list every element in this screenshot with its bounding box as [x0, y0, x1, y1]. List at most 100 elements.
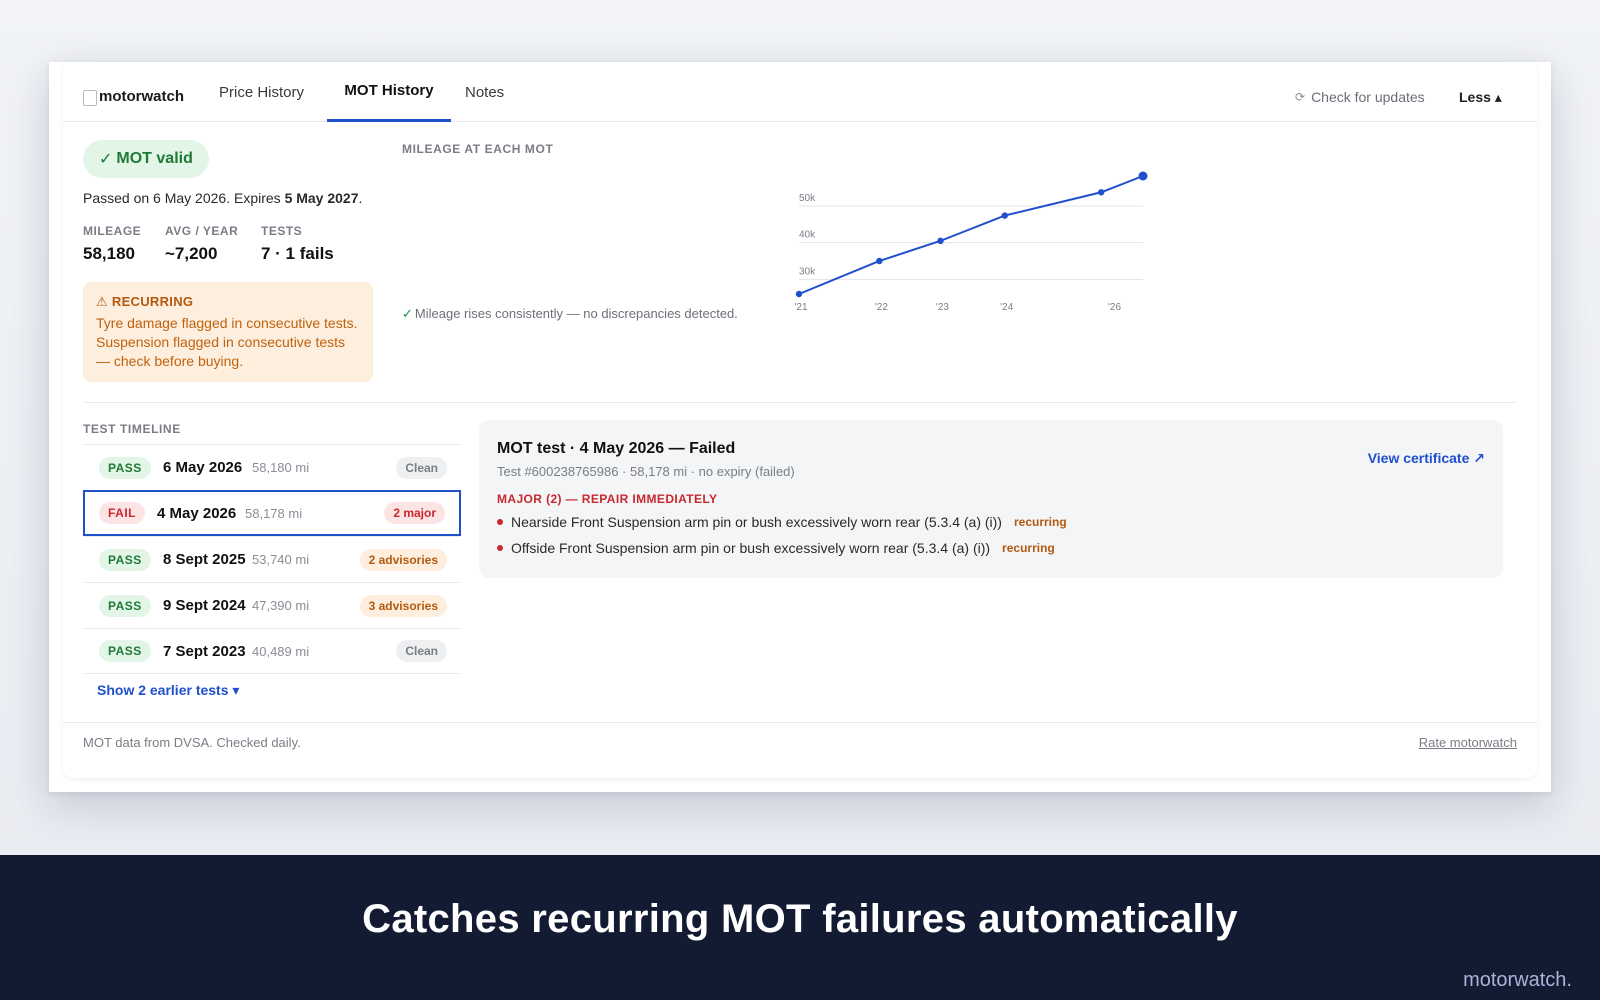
validity-line: Passed on 6 May 2026. Expires 5 May 2027… — [83, 190, 362, 206]
timeline-row[interactable]: PASS 8 Sept 2025 53,740 mi 2 advisories — [83, 536, 461, 582]
x-tick-label: '26 — [1108, 302, 1121, 312]
broken-image-icon — [83, 89, 97, 106]
test-tag: 3 advisories — [359, 594, 447, 617]
data-source-note: MOT data from DVSA. Checked daily. — [83, 735, 301, 750]
defect-item: Offside Front Suspension arm pin or bush… — [497, 540, 1055, 556]
test-tag: 2 advisories — [359, 548, 447, 571]
data-point — [1098, 189, 1105, 196]
section-divider — [83, 402, 1517, 403]
banner-brand: motorwatch. — [1463, 969, 1572, 991]
stat-value: ~7,200 — [165, 244, 218, 263]
recurring-title-text: RECURRING — [111, 294, 194, 309]
footer-divider — [63, 722, 1537, 723]
test-mileage: 58,180 mi — [252, 460, 310, 475]
y-tick-label: 40k — [799, 230, 816, 241]
result-badge: PASS — [99, 640, 151, 662]
stat-avg-year: AVG / YEAR ~7,200 — [165, 224, 238, 264]
mileage-line — [798, 175, 1144, 295]
test-mileage: 47,390 mi — [252, 598, 310, 613]
test-tag: Clean — [396, 640, 447, 662]
test-date: 4 May 2026 — [157, 504, 237, 522]
result-badge: PASS — [99, 548, 151, 571]
detail-title: MOT test · 4 May 2026 — Failed — [497, 440, 736, 457]
tab-notes[interactable]: Notes — [447, 62, 522, 122]
y-tick-label: 50k — [799, 193, 816, 204]
x-tick-label: '22 — [875, 302, 888, 312]
result-badge: PASS — [99, 456, 151, 479]
chart-note-text: Mileage rises consistently — no discrepa… — [414, 306, 738, 321]
tab-mot-history[interactable]: MOT History — [327, 62, 451, 122]
expiry-date: 5 May 2027 — [284, 190, 359, 206]
data-point — [937, 237, 944, 245]
refresh-icon: ⟳ — [1295, 90, 1306, 104]
test-date: 9 Sept 2024 — [163, 597, 246, 614]
test-detail-card: MOT test · 4 May 2026 — Failed Test #600… — [479, 420, 1503, 578]
banner-headline: Catches recurring MOT failures automatic… — [362, 897, 1238, 941]
x-tick-label: '21 — [794, 302, 807, 312]
passed-prefix: Passed on 6 May 2026. Expires — [83, 190, 285, 206]
x-tick-label: '24 — [1000, 302, 1013, 312]
stat-label: TESTS — [261, 224, 303, 238]
result-badge: FAIL — [99, 502, 145, 524]
y-tick-label: 30k — [799, 266, 816, 277]
logo-text: motorwatch — [99, 88, 185, 105]
data-point — [1001, 212, 1008, 219]
chart-note: ✓ Mileage rises consistently — no discrep… — [402, 306, 738, 322]
test-tag: 2 major — [384, 502, 445, 524]
passed-suffix: . — [358, 190, 363, 206]
tab-bar: motorwatch Price History MOT History Not… — [63, 62, 1537, 122]
show-earlier-tests-link[interactable]: Show 2 earlier tests ▾ — [97, 682, 239, 699]
test-date: 6 May 2026 — [163, 459, 243, 476]
mot-panel: motorwatch Price History MOT History Not… — [63, 62, 1537, 778]
defect-text: Nearside Front Suspension arm pin or bus… — [511, 514, 1002, 530]
test-timeline: PASS 6 May 2026 58,180 mi Clean FAIL 4 M… — [83, 444, 461, 674]
stat-value: 7 · 1 fails — [261, 244, 334, 263]
view-certificate-link[interactable]: View certificate ↗ — [1368, 450, 1485, 467]
test-date: 7 Sept 2023 — [163, 642, 246, 660]
check-updates-label: Check for updates — [1311, 89, 1425, 105]
x-tick-label: '23 — [936, 302, 949, 312]
recurring-warning: ⚠ RECURRING Tyre damage flagged in conse… — [83, 282, 373, 382]
recurring-tag: recurring — [1013, 515, 1067, 529]
major-heading: MAJOR (2) — REPAIR IMMEDIATELY — [497, 492, 718, 506]
tab-price-history[interactable]: Price History — [201, 62, 322, 122]
check-icon: ✓ — [402, 306, 413, 321]
less-toggle[interactable]: Less ▴ — [1459, 89, 1502, 106]
recurring-title: ⚠ RECURRING — [96, 294, 360, 310]
rate-link[interactable]: Rate motorwatch — [1419, 735, 1517, 750]
mot-valid-badge: ✓ MOT valid — [83, 140, 209, 178]
stat-tests: TESTS 7 · 1 fails — [261, 224, 334, 264]
check-updates-button[interactable]: ⟳ Check for updates — [1295, 89, 1425, 105]
stat-value: 58,180 — [83, 244, 135, 263]
stat-mileage: MILEAGE 58,180 — [83, 224, 141, 264]
test-date: 8 Sept 2025 — [163, 551, 246, 568]
bullet-icon — [497, 519, 503, 525]
defect-item: Nearside Front Suspension arm pin or bus… — [497, 514, 1067, 530]
check-icon: ✓ — [99, 151, 113, 168]
data-point — [876, 257, 883, 265]
timeline-row[interactable]: PASS 6 May 2026 58,180 mi Clean — [83, 444, 461, 490]
test-mileage: 58,178 mi — [245, 505, 303, 521]
timeline-row[interactable]: PASS 7 Sept 2023 40,489 mi Clean — [83, 628, 461, 674]
data-point — [795, 290, 803, 298]
logo: motorwatch — [83, 88, 185, 106]
timeline-row-selected[interactable]: FAIL 4 May 2026 58,178 mi 2 major — [83, 490, 461, 536]
test-mileage: 53,740 mi — [252, 552, 310, 567]
bullet-icon — [497, 545, 503, 551]
app-window: motorwatch Price History MOT History Not… — [49, 62, 1551, 792]
promo-banner: Catches recurring MOT failures automatic… — [0, 855, 1600, 1000]
recurring-tag: recurring — [1002, 541, 1055, 555]
timeline-row[interactable]: PASS 9 Sept 2024 47,390 mi 3 advisories — [83, 582, 461, 628]
result-badge: PASS — [99, 594, 151, 617]
recurring-text: Tyre damage flagged in consecutive tests… — [96, 315, 358, 369]
test-tag: Clean — [396, 456, 447, 479]
data-point — [1138, 171, 1148, 181]
mileage-chart: 30k 40k 50k '21 '22 '23 '24 '26 — [794, 171, 1148, 312]
chart-title: MILEAGE AT EACH MOT — [402, 142, 554, 156]
mot-valid-label: MOT valid — [116, 150, 193, 167]
defect-text: Offside Front Suspension arm pin or bush… — [511, 540, 991, 556]
stat-label: AVG / YEAR — [165, 224, 239, 238]
detail-subtitle: Test #600238765986 · 58,178 mi · no expi… — [497, 464, 795, 479]
test-mileage: 40,489 mi — [252, 643, 310, 659]
stat-label: MILEAGE — [83, 224, 142, 238]
